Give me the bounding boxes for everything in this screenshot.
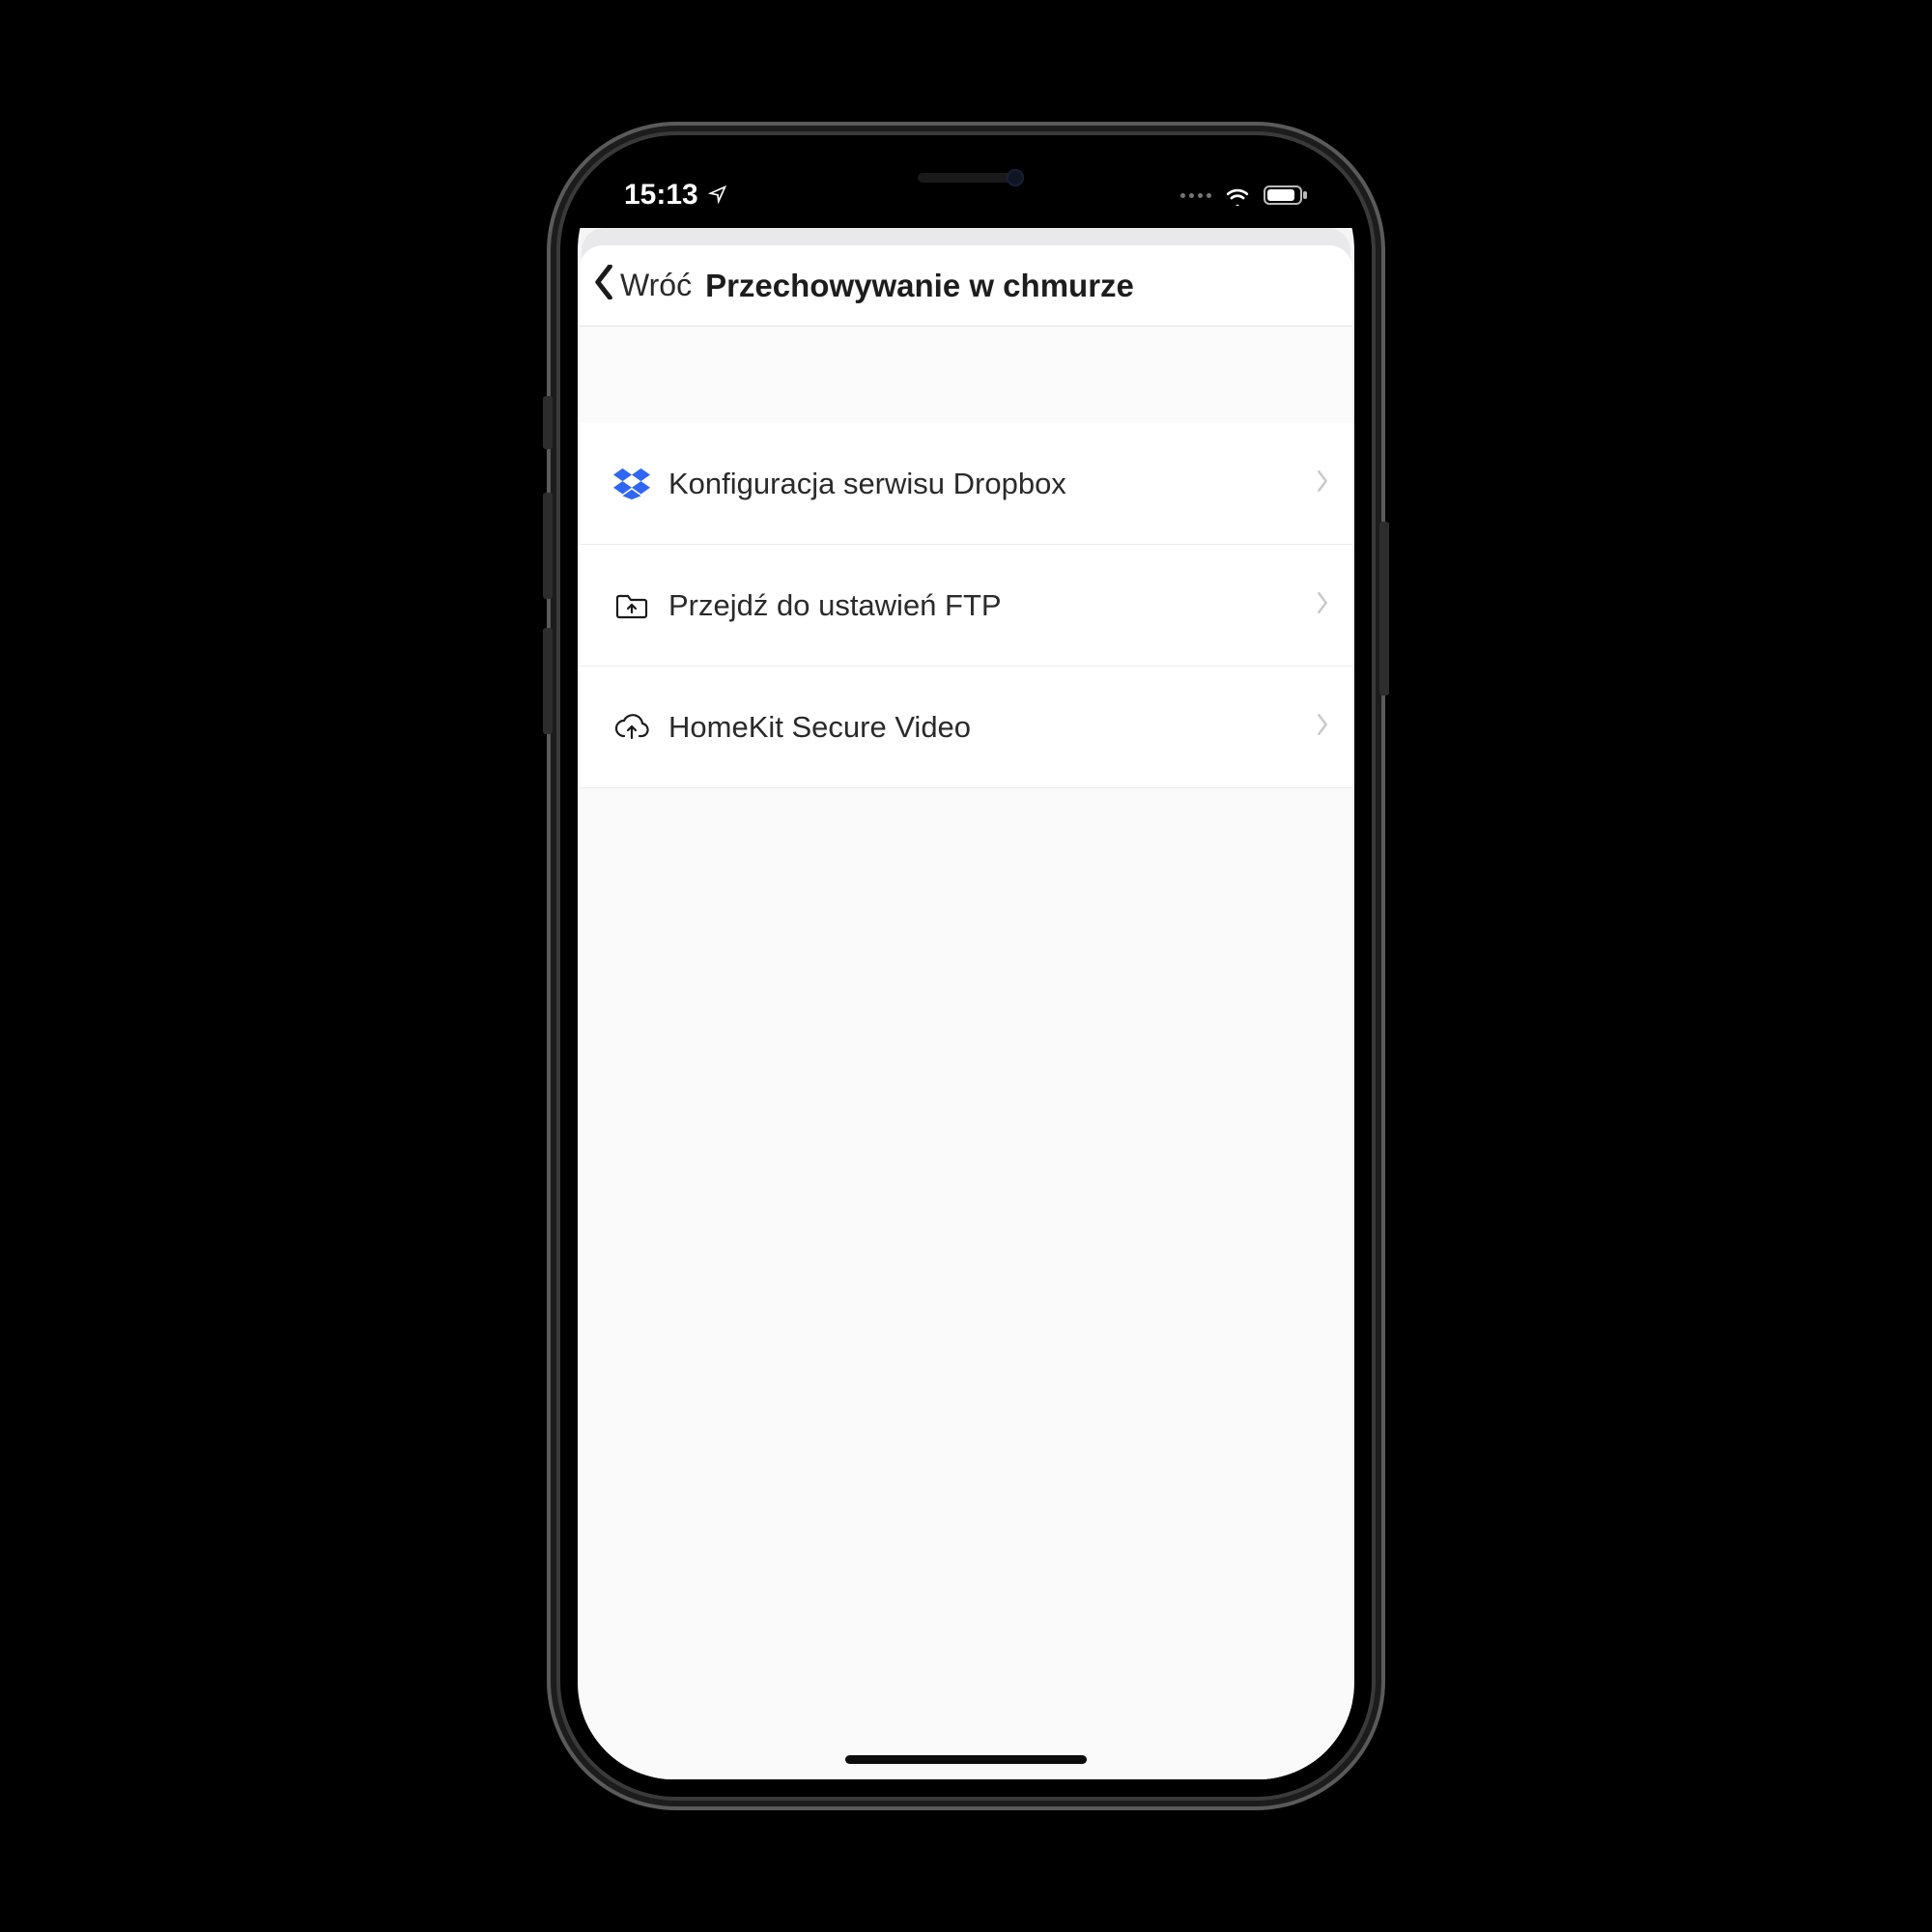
status-time: 15:13	[624, 179, 698, 212]
app-surface: Wróć Przechowywanie w chmurze	[578, 228, 1354, 1779]
home-indicator[interactable]	[845, 1755, 1087, 1764]
chevron-right-icon	[1316, 592, 1329, 618]
content-area: Konfiguracja serwisu Dropbox	[580, 327, 1352, 1779]
mute-switch	[543, 396, 553, 449]
front-camera	[1007, 169, 1024, 186]
volume-up	[543, 493, 553, 599]
page-title: Przechowywanie w chmurze	[705, 268, 1134, 304]
phone-frame: 15:13	[560, 135, 1372, 1797]
wifi-icon	[1223, 185, 1252, 206]
row-label: Przejdź do ustawień FTP	[661, 588, 1316, 623]
cloud-upload-icon	[603, 713, 661, 742]
cellular-icon	[1180, 193, 1211, 198]
screen: 15:13	[578, 153, 1354, 1779]
dropbox-icon	[603, 468, 661, 500]
modal-sheet: Wróć Przechowywanie w chmurze	[580, 245, 1352, 1779]
section-gap	[580, 327, 1352, 423]
row-homekit[interactable]: HomeKit Secure Video	[580, 667, 1352, 788]
back-button[interactable]: Wróć	[589, 259, 696, 313]
battery-icon	[1264, 185, 1308, 206]
row-ftp[interactable]: Przejdź do ustawień FTP	[580, 545, 1352, 667]
speaker-grille	[918, 173, 1014, 183]
row-label: Konfiguracja serwisu Dropbox	[661, 467, 1316, 501]
chevron-right-icon	[1316, 714, 1329, 740]
location-icon	[708, 179, 727, 212]
chevron-right-icon	[1316, 470, 1329, 497]
navigation-bar: Wróć Przechowywanie w chmurze	[580, 245, 1352, 327]
row-dropbox[interactable]: Konfiguracja serwisu Dropbox	[580, 423, 1352, 545]
power-button	[1379, 522, 1389, 696]
ftp-folder-icon	[603, 591, 661, 620]
volume-down	[543, 628, 553, 734]
notch	[792, 153, 1140, 203]
chevron-left-icon	[593, 265, 616, 307]
row-label: HomeKit Secure Video	[661, 710, 1316, 745]
back-label: Wróć	[620, 268, 692, 303]
